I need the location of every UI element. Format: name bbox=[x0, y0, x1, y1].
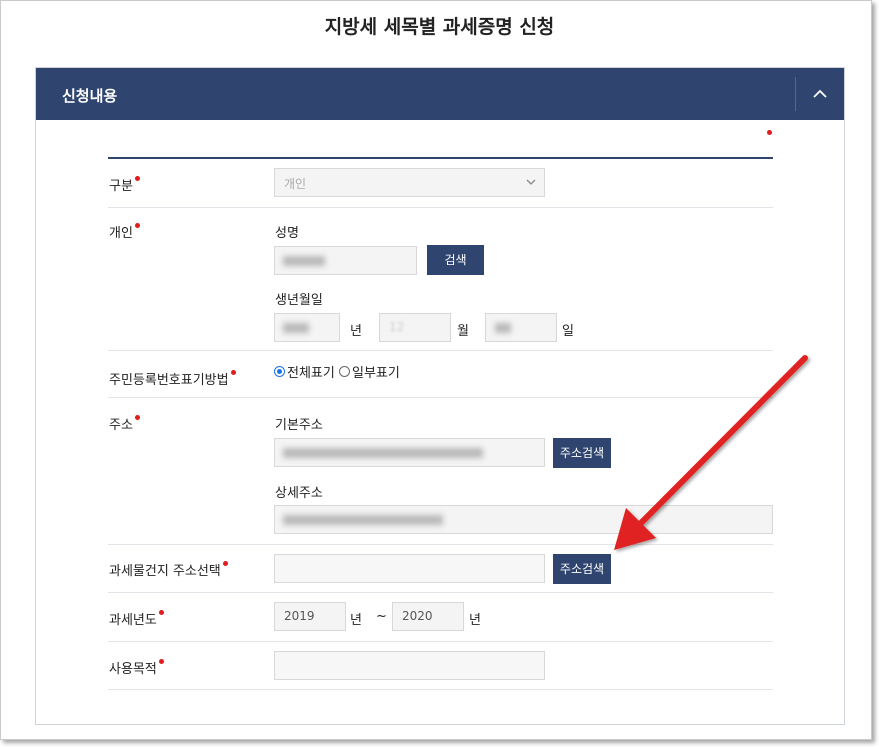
basic-address-input[interactable] bbox=[274, 438, 545, 467]
type-select[interactable]: 개인 bbox=[274, 168, 545, 197]
name-search-button[interactable]: 검색 bbox=[427, 245, 484, 275]
type-label: 구분 bbox=[109, 175, 140, 194]
radio-partial-display[interactable]: 일부표기 bbox=[339, 362, 400, 381]
redacted-text bbox=[283, 323, 309, 333]
name-label: 성명 bbox=[275, 226, 299, 241]
day-unit: 일 bbox=[562, 324, 574, 339]
radio-partial-label: 일부표기 bbox=[352, 366, 400, 381]
row-divider bbox=[108, 207, 773, 208]
chevron-up-icon bbox=[813, 89, 827, 98]
tax-year-to-unit: 년 bbox=[469, 613, 481, 628]
individual-label: 개인 bbox=[109, 222, 140, 241]
redacted-text bbox=[495, 323, 511, 333]
redacted-text bbox=[283, 256, 325, 266]
row-divider bbox=[108, 689, 773, 690]
birth-year-input[interactable] bbox=[274, 313, 340, 342]
collapse-button[interactable] bbox=[806, 80, 834, 108]
tax-year-to-input[interactable]: 2020 bbox=[392, 602, 464, 631]
required-dot bbox=[222, 561, 228, 566]
required-dot bbox=[230, 370, 236, 375]
month-unit: 월 bbox=[457, 324, 469, 339]
row-divider bbox=[108, 592, 773, 593]
required-dot bbox=[158, 659, 164, 664]
panel-header: 신청내용 bbox=[36, 68, 844, 120]
tax-year-from-input[interactable]: 2019 bbox=[274, 602, 346, 631]
birth-month-value: 12 bbox=[389, 320, 405, 334]
chevron-down-icon bbox=[526, 179, 536, 185]
redacted-text bbox=[283, 515, 443, 525]
page-title: 지방세 세목별 과세증명 신청 bbox=[324, 16, 555, 38]
required-dot bbox=[158, 610, 164, 615]
tax-year-separator: ~ bbox=[376, 609, 387, 624]
tax-year-to-value: 2020 bbox=[402, 609, 433, 623]
required-dot bbox=[134, 176, 140, 181]
rrn-display-label: 주민등록번호표기방법 bbox=[109, 369, 236, 388]
year-unit: 년 bbox=[350, 324, 362, 339]
tax-year-from-unit: 년 bbox=[350, 613, 362, 628]
required-dot bbox=[134, 415, 140, 420]
name-input[interactable] bbox=[274, 246, 417, 275]
birth-month-input[interactable]: 12 bbox=[379, 313, 451, 342]
tax-location-input[interactable] bbox=[274, 554, 545, 583]
purpose-input[interactable] bbox=[274, 651, 545, 680]
required-dot bbox=[134, 223, 140, 228]
tax-year-from-value: 2019 bbox=[284, 609, 315, 623]
detail-address-label: 상세주소 bbox=[275, 486, 323, 501]
tax-location-label: 과세물건지 주소선택 bbox=[109, 560, 228, 579]
radio-full-label: 전체표기 bbox=[287, 366, 335, 381]
radio-full-display[interactable]: 전체표기 bbox=[274, 362, 335, 381]
panel-title: 신청내용 bbox=[62, 87, 118, 105]
birth-day-input[interactable] bbox=[485, 313, 557, 342]
redacted-text bbox=[283, 448, 483, 458]
radio-unselected-icon bbox=[339, 366, 350, 377]
radio-selected-icon bbox=[274, 366, 285, 377]
tax-year-label: 과세년도 bbox=[109, 609, 164, 628]
purpose-label: 사용목적 bbox=[109, 658, 164, 677]
birthdate-label: 생년월일 bbox=[275, 293, 323, 308]
annotation-arrow-icon bbox=[614, 355, 808, 550]
form-top-rule bbox=[108, 157, 773, 159]
basic-address-label: 기본주소 bbox=[275, 418, 323, 433]
row-divider bbox=[108, 641, 773, 642]
address-label: 주소 bbox=[109, 414, 140, 433]
required-indicator bbox=[767, 130, 772, 135]
type-select-value: 개인 bbox=[284, 177, 307, 191]
header-divider bbox=[795, 77, 796, 111]
